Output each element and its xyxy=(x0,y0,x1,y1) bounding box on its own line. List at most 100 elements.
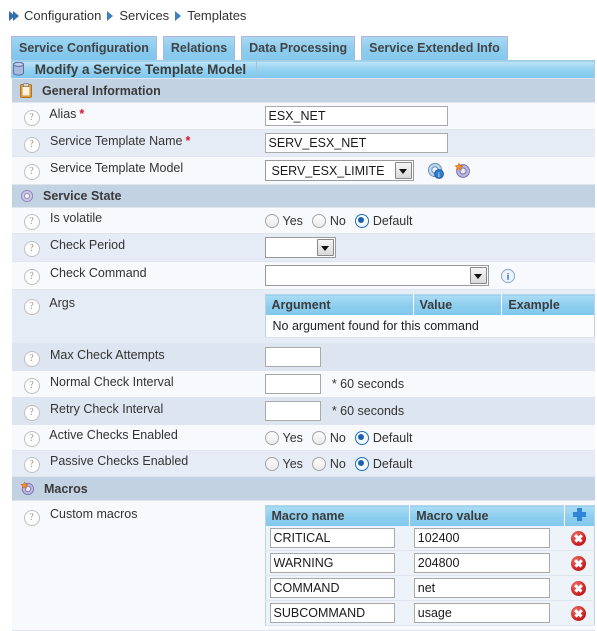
delete-icon[interactable] xyxy=(571,580,587,596)
chevron-down-icon[interactable] xyxy=(316,239,334,256)
macro-gear-icon xyxy=(20,481,34,496)
help-icon[interactable]: ? xyxy=(23,299,40,315)
alias-input[interactable] xyxy=(264,106,448,126)
macro-name-input[interactable] xyxy=(269,528,395,548)
label-service-template-model: Service Template Model xyxy=(49,161,184,175)
chevron-right-icon xyxy=(107,8,114,23)
active-checks-radio-group: Yes No Default xyxy=(264,430,591,445)
radio-icon[interactable] xyxy=(311,213,326,228)
panel-title-row: Modify a Service Template Model xyxy=(11,60,595,79)
chevron-down-icon[interactable] xyxy=(469,267,487,284)
passive-checks-option-yes[interactable]: Yes xyxy=(264,456,303,471)
help-icon[interactable]: ? xyxy=(23,404,40,421)
macro-gear-icon[interactable] xyxy=(454,162,471,179)
row-service-template-name: ? Service Template Name * xyxy=(11,129,595,157)
passive-checks-option-no[interactable]: No xyxy=(311,456,346,471)
active-checks-option-yes[interactable]: Yes xyxy=(264,430,303,445)
normal-check-interval-suffix: * 60 seconds xyxy=(331,377,405,391)
breadcrumb-item-services[interactable]: Services xyxy=(119,8,169,23)
active-checks-option-no[interactable]: No xyxy=(311,430,346,445)
info-icon[interactable]: i xyxy=(500,268,516,284)
help-icon[interactable]: ? xyxy=(23,164,40,180)
label-alias: Alias xyxy=(49,106,77,121)
breadcrumb: Configuration Services Templates xyxy=(0,0,597,30)
macro-value-input[interactable] xyxy=(413,553,550,573)
active-checks-option-default[interactable]: Default xyxy=(354,430,413,445)
delete-icon[interactable] xyxy=(571,530,587,546)
clipboard-icon xyxy=(19,83,32,98)
label-passive-checks-enabled: Passive Checks Enabled xyxy=(49,454,189,468)
macro-column-name: Macro name xyxy=(265,505,411,526)
section-title-general-information: General Information xyxy=(41,84,161,98)
breadcrumb-item-templates[interactable]: Templates xyxy=(187,8,246,23)
tab-relations[interactable]: Relations xyxy=(162,36,236,60)
normal-check-interval-input[interactable] xyxy=(264,374,321,394)
macro-value-input[interactable] xyxy=(413,528,550,548)
service-template-name-input[interactable] xyxy=(264,133,448,153)
help-icon[interactable]: ? xyxy=(23,350,40,367)
check-command-select[interactable] xyxy=(264,265,489,286)
chevron-right-icon xyxy=(175,8,182,23)
args-table-header-row: Argument Value Example xyxy=(265,294,594,315)
info-gear-icon[interactable]: i xyxy=(427,162,444,179)
delete-icon[interactable] xyxy=(571,555,587,571)
row-check-command: ? Check Command i xyxy=(11,261,595,290)
is-volatile-option-yes[interactable]: Yes xyxy=(264,213,303,228)
is-volatile-option-default[interactable]: Default xyxy=(354,213,413,228)
passive-checks-option-default[interactable]: Default xyxy=(354,456,413,471)
radio-icon[interactable] xyxy=(311,456,326,471)
chevron-down-icon[interactable] xyxy=(394,162,412,179)
panel-title-filler xyxy=(256,60,595,79)
radio-icon[interactable] xyxy=(264,430,279,445)
check-period-select[interactable] xyxy=(264,237,336,258)
help-icon[interactable]: ? xyxy=(23,431,40,447)
gear-icon xyxy=(20,189,33,203)
help-icon[interactable]: ? xyxy=(23,214,40,230)
section-header-general-information: General Information xyxy=(11,78,595,103)
macro-name-input[interactable] xyxy=(269,578,395,598)
tab-service-extended-info[interactable]: Service Extended Info xyxy=(361,36,508,60)
args-table: Argument Value Example No argument found… xyxy=(264,294,595,338)
max-check-attempts-input[interactable] xyxy=(264,347,321,367)
macro-value-input[interactable] xyxy=(413,578,550,598)
table-row xyxy=(265,550,594,576)
row-retry-check-interval: ? Retry Check Interval * 60 seconds xyxy=(11,397,595,425)
service-template-model-select[interactable]: SERV_ESX_LIMITE xyxy=(264,160,414,181)
macro-value-input[interactable] xyxy=(413,603,550,623)
help-icon[interactable]: ? xyxy=(23,377,40,394)
radio-icon-selected[interactable] xyxy=(354,456,369,471)
radio-icon-selected[interactable] xyxy=(354,213,369,228)
radio-icon-selected[interactable] xyxy=(354,430,369,445)
macro-add-header xyxy=(564,505,594,526)
delete-icon[interactable] xyxy=(571,605,587,621)
service-template-form: Modify a Service Template Model General … xyxy=(11,60,595,631)
label-is-volatile: Is volatile xyxy=(49,211,103,225)
custom-macros-header-row: Macro name Macro value xyxy=(265,505,594,526)
is-volatile-radio-group: Yes No Default xyxy=(264,213,591,228)
radio-icon[interactable] xyxy=(264,213,279,228)
is-volatile-option-no[interactable]: No xyxy=(311,213,346,228)
database-icon xyxy=(13,62,24,76)
tab-data-processing[interactable]: Data Processing xyxy=(241,36,356,60)
tab-service-configuration[interactable]: Service Configuration xyxy=(11,36,157,60)
section-header-service-state: Service State xyxy=(11,184,595,208)
args-column-argument: Argument xyxy=(265,294,414,315)
retry-check-interval-input[interactable] xyxy=(264,401,321,421)
help-icon[interactable]: ? xyxy=(23,241,40,257)
service-template-model-value: SERV_ESX_LIMITE xyxy=(271,163,385,178)
radio-icon[interactable] xyxy=(264,456,279,471)
help-icon[interactable]: ? xyxy=(23,109,40,126)
breadcrumb-item-configuration[interactable]: Configuration xyxy=(24,8,101,23)
macro-name-input[interactable] xyxy=(269,553,395,573)
radio-icon[interactable] xyxy=(311,430,326,445)
args-column-value: Value xyxy=(413,294,503,315)
help-icon[interactable]: ? xyxy=(23,457,40,473)
plus-icon[interactable] xyxy=(572,508,586,521)
help-icon[interactable]: ? xyxy=(23,269,40,285)
row-check-period: ? Check Period xyxy=(11,233,595,262)
row-normal-check-interval: ? Normal Check Interval * 60 seconds xyxy=(11,370,595,398)
macro-name-input[interactable] xyxy=(269,603,395,623)
help-icon[interactable]: ? xyxy=(23,136,40,153)
help-icon[interactable]: ? xyxy=(23,510,40,526)
panel-title-text: Modify a Service Template Model xyxy=(34,62,247,77)
